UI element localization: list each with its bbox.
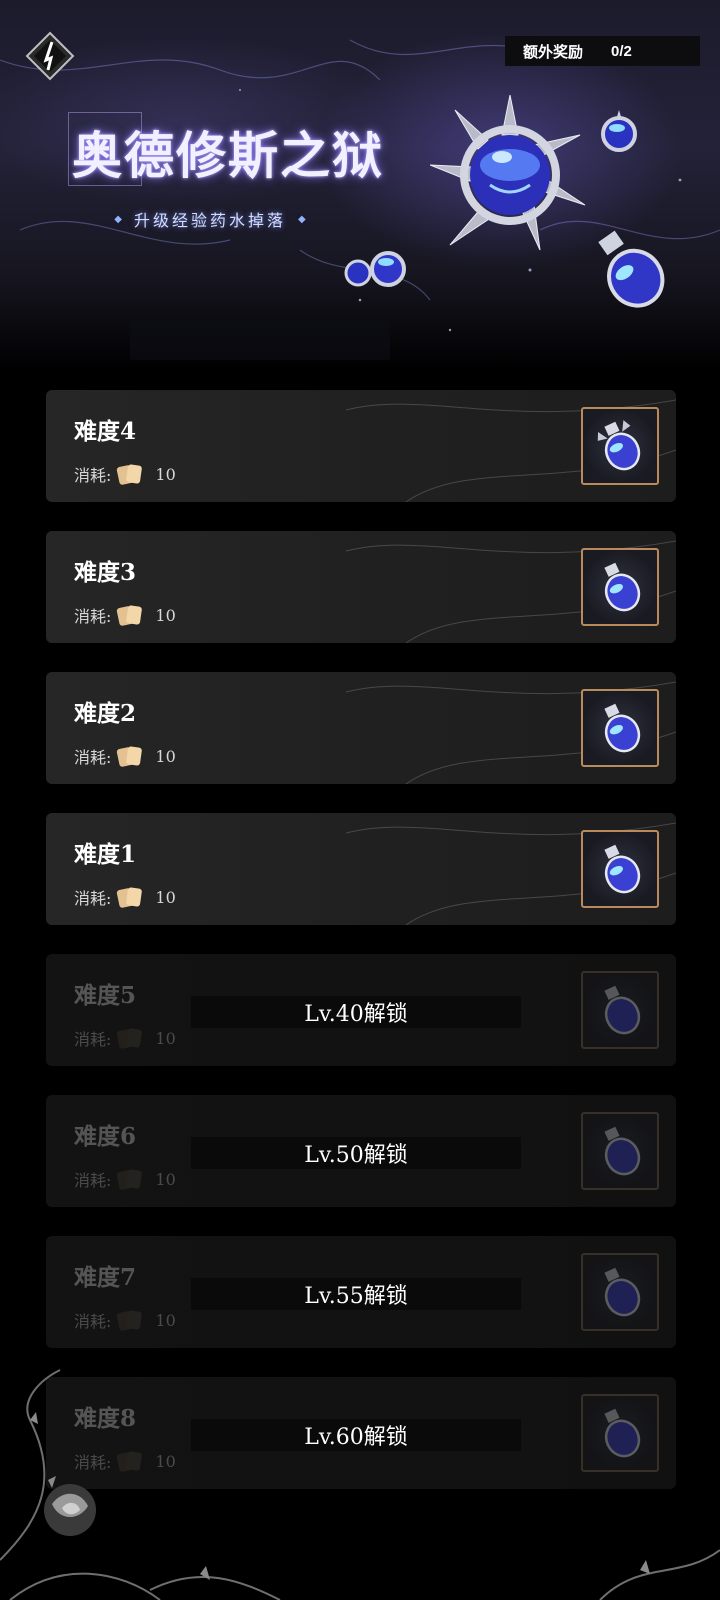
potion-bottle-icon: [598, 230, 665, 308]
difficulty-name: 难度4: [74, 418, 137, 445]
diamond-ornament-icon: ◆: [298, 213, 306, 225]
cost-row: 消耗: 10: [74, 885, 176, 909]
cost-row: 消耗: 10: [74, 1026, 176, 1050]
crystal-orb-icon: [430, 95, 586, 251]
difficulty-card-6-locked[interactable]: 难度6 消耗: 10 Lv.50解锁: [46, 1095, 676, 1207]
exp-potion-icon: [604, 1126, 641, 1176]
cost-value: 10: [155, 1028, 176, 1048]
banner-title-block: 奥德修斯之狱: [60, 110, 420, 186]
diamond-ornament-icon: ◆: [114, 213, 122, 225]
cost-label: 消耗:: [74, 1030, 112, 1049]
exp-potion-icon: [597, 420, 641, 471]
bonus-reward-label: 额外奖励: [523, 43, 584, 61]
bonus-reward-counter: 额外奖励 0/2: [505, 36, 700, 66]
difficulty-card-1[interactable]: 难度1 消耗: 10: [46, 813, 676, 925]
unlock-requirement: Lv.40解锁: [191, 996, 521, 1028]
page-subtitle: 升级经验药水掉落: [133, 213, 286, 230]
cost-row: 消耗: 10: [74, 603, 176, 627]
cost-label: 消耗:: [74, 889, 112, 908]
cost-value: 10: [155, 746, 176, 766]
scroll-ticket-icon: [117, 1169, 143, 1190]
event-banner: 额外奖励 0/2 奥德修斯之狱 ◆ 升级经验药水掉落 ◆: [0, 0, 720, 370]
exp-potion-icon: [604, 844, 641, 894]
exp-potion-icon: [604, 985, 641, 1035]
reward-slot[interactable]: [581, 689, 659, 767]
exp-potion-icon: [604, 562, 641, 612]
bonus-reward-count: 0/2: [611, 42, 632, 60]
cost-row: 消耗: 10: [74, 462, 176, 486]
cost-label: 消耗:: [74, 1171, 112, 1190]
small-orb-icon: [601, 110, 637, 152]
difficulty-name: 难度1: [74, 841, 137, 868]
scroll-ticket-icon: [117, 746, 143, 767]
difficulty-card-2[interactable]: 难度2 消耗: 10: [46, 672, 676, 784]
cost-value: 10: [155, 1310, 176, 1330]
difficulty-name: 难度5: [74, 982, 137, 1009]
scroll-ticket-icon: [117, 887, 143, 908]
page-title: 奥德修斯之狱: [72, 126, 384, 185]
scroll-ticket-icon: [117, 1310, 143, 1331]
reward-slot: [581, 1112, 659, 1190]
cost-row: 消耗: 10: [74, 744, 176, 768]
unlock-requirement: Lv.50解锁: [191, 1137, 521, 1169]
cost-value: 10: [155, 1169, 176, 1189]
scroll-ticket-icon: [117, 464, 143, 485]
exp-potion-icon: [604, 703, 641, 753]
difficulty-card-5-locked[interactable]: 难度5 消耗: 10 Lv.40解锁: [46, 954, 676, 1066]
cost-value: 10: [155, 464, 176, 484]
cost-label: 消耗:: [74, 607, 112, 626]
thorn-rose-decoration: [0, 1369, 720, 1600]
difficulty-name: 难度7: [74, 1264, 137, 1291]
cost-label: 消耗:: [74, 748, 112, 767]
cost-label: 消耗:: [74, 466, 112, 485]
cost-value: 10: [155, 887, 176, 907]
reward-slot[interactable]: [581, 830, 659, 908]
reward-slot[interactable]: [581, 548, 659, 626]
reward-slot[interactable]: [581, 407, 659, 485]
back-button[interactable]: [24, 30, 76, 82]
exp-potion-icon: [604, 1267, 641, 1317]
reward-slot: [581, 1253, 659, 1331]
difficulty-card-3[interactable]: 难度3 消耗: 10: [46, 531, 676, 643]
back-arrow-icon: [25, 31, 75, 81]
difficulty-name: 难度3: [74, 559, 137, 586]
difficulty-card-4[interactable]: 难度4 消耗: 10: [46, 390, 676, 502]
cost-value: 10: [155, 605, 176, 625]
difficulty-card-7-locked[interactable]: 难度7 消耗: 10 Lv.55解锁: [46, 1236, 676, 1348]
scroll-ticket-icon: [117, 1028, 143, 1049]
small-orb-icon: [344, 251, 406, 287]
difficulty-name: 难度6: [74, 1123, 137, 1150]
scroll-ticket-icon: [117, 605, 143, 626]
reward-slot: [581, 971, 659, 1049]
cost-label: 消耗:: [74, 1312, 112, 1331]
cost-row: 消耗: 10: [74, 1308, 176, 1332]
difficulty-name: 难度2: [74, 700, 137, 727]
banner-subtitle-block: ◆ 升级经验药水掉落 ◆: [95, 208, 325, 230]
cost-row: 消耗: 10: [74, 1167, 176, 1191]
unlock-requirement: Lv.55解锁: [191, 1278, 521, 1310]
